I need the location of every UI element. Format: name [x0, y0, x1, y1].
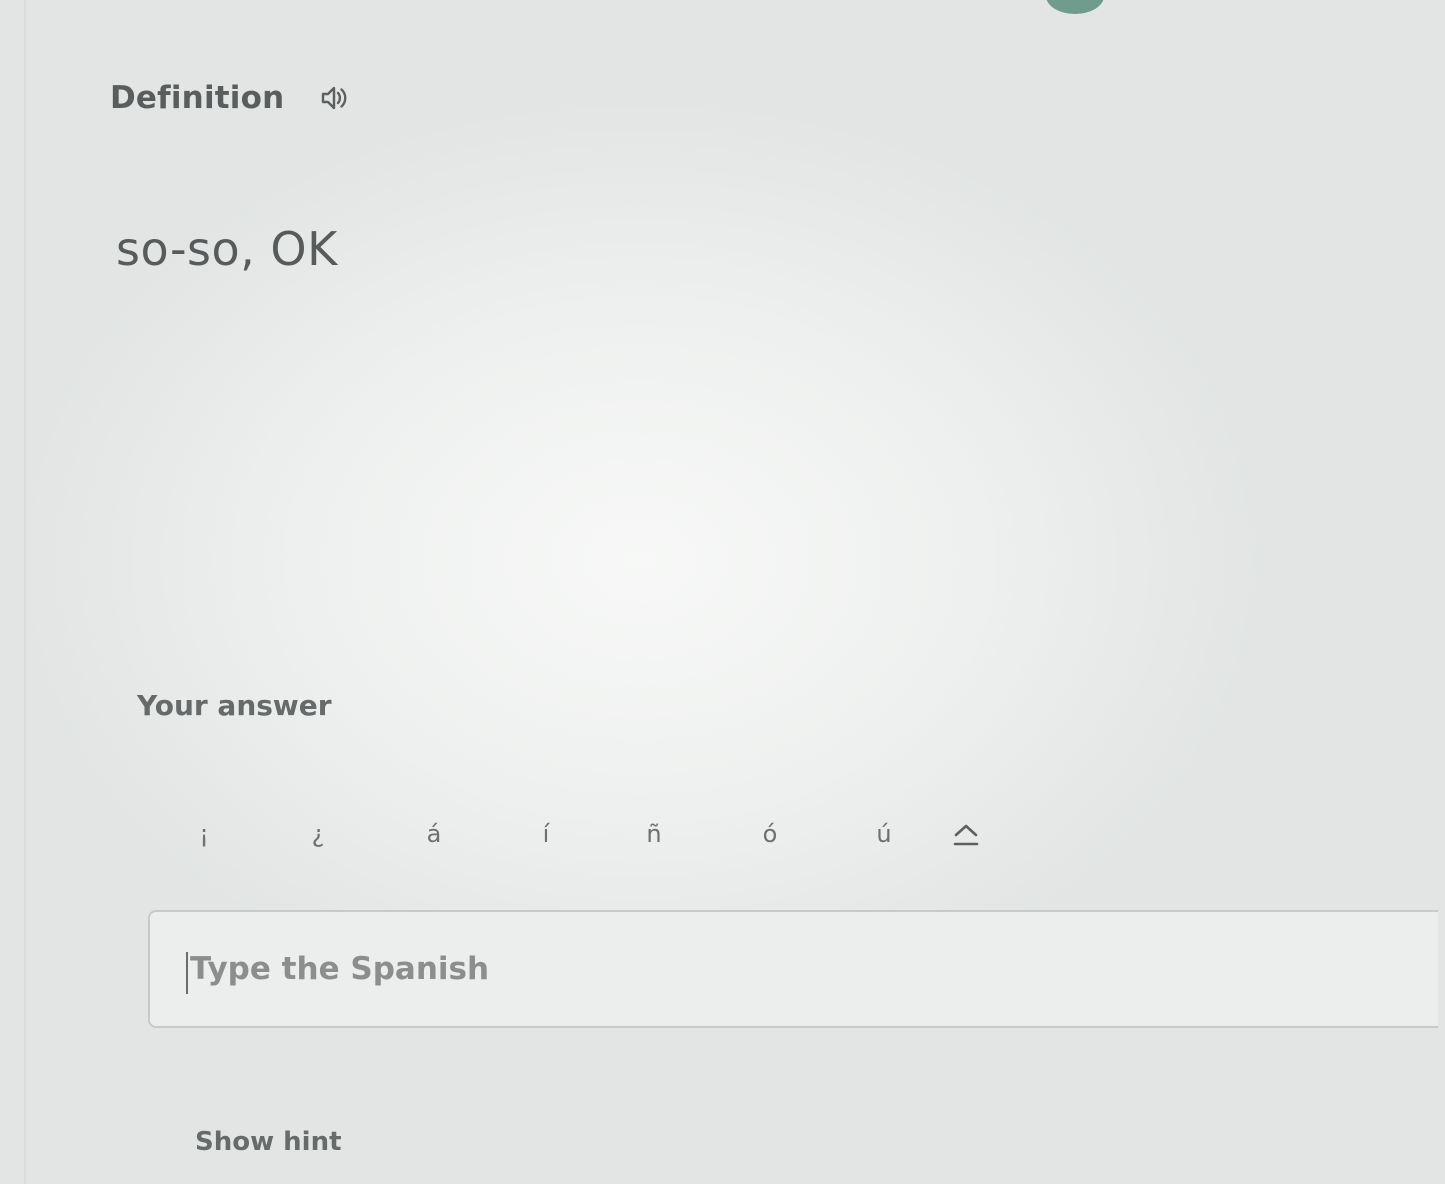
show-hint-link[interactable]: Show hint	[195, 1127, 342, 1157]
card-edge	[24, 0, 26, 1184]
accent-key-n-tilde[interactable]: ñ	[614, 812, 694, 856]
accent-keyboard: ¡ ¿ á í ñ ó ú	[160, 812, 1000, 856]
accent-key-inverted-exclamation[interactable]: ¡	[164, 812, 244, 856]
caret-up-icon[interactable]	[946, 812, 986, 856]
accent-key-u-acute[interactable]: ú	[844, 812, 924, 856]
definition-header: Definition	[110, 80, 352, 116]
accent-key-o-acute[interactable]: ó	[730, 812, 810, 856]
progress-dot	[1046, 0, 1104, 14]
text-cursor	[186, 952, 188, 994]
accent-key-a-acute[interactable]: á	[394, 812, 474, 856]
definition-label: Definition	[110, 80, 285, 116]
accent-key-inverted-question[interactable]: ¿	[278, 812, 358, 856]
accent-key-i-acute[interactable]: í	[506, 812, 586, 856]
definition-text: so-so, OK	[116, 222, 338, 276]
answer-input[interactable]	[148, 910, 1438, 1028]
speaker-icon[interactable]	[318, 81, 352, 115]
answer-label: Your answer	[137, 689, 332, 722]
